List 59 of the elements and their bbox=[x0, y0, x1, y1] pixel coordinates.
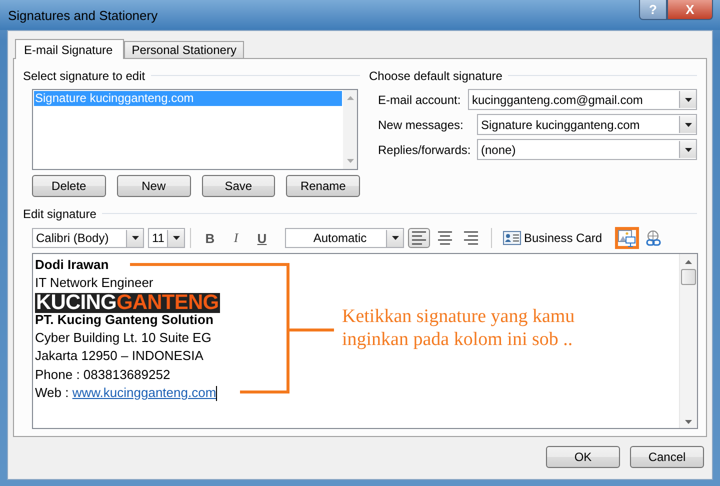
dialog-button[interactable]: Rename bbox=[286, 175, 360, 197]
dropdown[interactable]: (none) bbox=[477, 139, 697, 160]
color-dropdown[interactable]: Automatic bbox=[285, 228, 404, 248]
dialog-button[interactable]: Cancel bbox=[630, 446, 704, 468]
group-label: Select signature to edit bbox=[23, 68, 146, 82]
tab[interactable]: Personal Stationery bbox=[124, 41, 244, 58]
format-button[interactable]: B bbox=[199, 228, 221, 248]
dialog-button[interactable]: New bbox=[116, 175, 190, 197]
dropdown-arrow-icon[interactable] bbox=[172, 236, 180, 240]
dropdown-arrow-icon[interactable] bbox=[132, 236, 138, 240]
format-button[interactable]: I bbox=[225, 228, 247, 248]
scroll-down-icon[interactable] bbox=[685, 420, 692, 424]
field-label: Replies/forwards: bbox=[378, 142, 472, 156]
dropdown-value: kucingganteng.com@gmail.com bbox=[471, 92, 643, 106]
scrollbar[interactable] bbox=[679, 254, 697, 428]
field-label: New messages: bbox=[378, 118, 464, 132]
picture-icon bbox=[618, 230, 636, 246]
format-button[interactable]: U bbox=[251, 228, 273, 248]
link[interactable]: www.kucingganteng.com bbox=[72, 385, 216, 400]
dropdown-arrow-icon[interactable] bbox=[684, 148, 692, 152]
size-dropdown[interactable]: 11 bbox=[148, 228, 185, 248]
dropdown-arrow-icon[interactable] bbox=[684, 98, 692, 102]
dropdown[interactable]: kucingganteng.com@gmail.com bbox=[468, 89, 697, 110]
dialog-button[interactable]: Delete bbox=[32, 175, 106, 197]
callout-text: inginkan pada kolom ini sob .. bbox=[342, 328, 574, 351]
signature-line: Phone : 083813689252 bbox=[35, 366, 170, 384]
align-left-button[interactable] bbox=[408, 228, 430, 248]
dropdown-value: 11 bbox=[151, 231, 164, 245]
dropdown-arrow-icon[interactable] bbox=[684, 122, 692, 126]
signature-line: Jakarta 12950 – INDONESIA bbox=[35, 347, 204, 366]
insert-picture-button[interactable] bbox=[615, 227, 640, 249]
dropdown-value: (none) bbox=[480, 142, 516, 156]
business-card-button[interactable]: Business Card bbox=[501, 231, 604, 245]
dropdown-value: Automatic bbox=[312, 231, 368, 245]
signature-line: Cyber Building Lt. 10 Suite EG bbox=[35, 329, 212, 348]
signature-line: PT. Kucing Ganteng Solution bbox=[35, 310, 214, 329]
dropdown-arrow-icon[interactable] bbox=[392, 236, 398, 240]
dialog-button[interactable]: OK bbox=[546, 446, 620, 468]
dropdown-value: Signature kucingganteng.com bbox=[480, 118, 640, 132]
group-label: Choose default signature bbox=[369, 68, 502, 82]
signature-editor[interactable] bbox=[32, 253, 698, 429]
card-icon bbox=[503, 231, 521, 245]
group-label: Edit signature bbox=[23, 206, 96, 220]
text-cursor bbox=[216, 386, 218, 402]
dropdown[interactable]: Signature kucingganteng.com bbox=[477, 114, 697, 135]
signature-line: Web : bbox=[35, 385, 70, 400]
scroll-up-icon[interactable] bbox=[685, 260, 692, 264]
signature-line: Dodi Irawan bbox=[35, 256, 109, 274]
dropdown-value: Calibri (Body) bbox=[35, 231, 109, 245]
link-icon bbox=[645, 230, 664, 246]
field-label: E-mail account: bbox=[378, 92, 462, 106]
window-title: Signatures and Stationery bbox=[8, 8, 158, 23]
scroll-thumb[interactable] bbox=[681, 269, 696, 285]
dialog-button[interactable]: Save bbox=[202, 175, 276, 197]
signature-line: IT Network Engineer bbox=[35, 274, 154, 292]
tab[interactable]: E-mail Signature bbox=[15, 39, 124, 59]
signature-logo: KUCINGGANTENG bbox=[35, 292, 220, 313]
callout-text: Ketikkan signature yang kamu bbox=[342, 305, 575, 328]
font-dropdown[interactable]: Calibri (Body) bbox=[32, 228, 144, 248]
